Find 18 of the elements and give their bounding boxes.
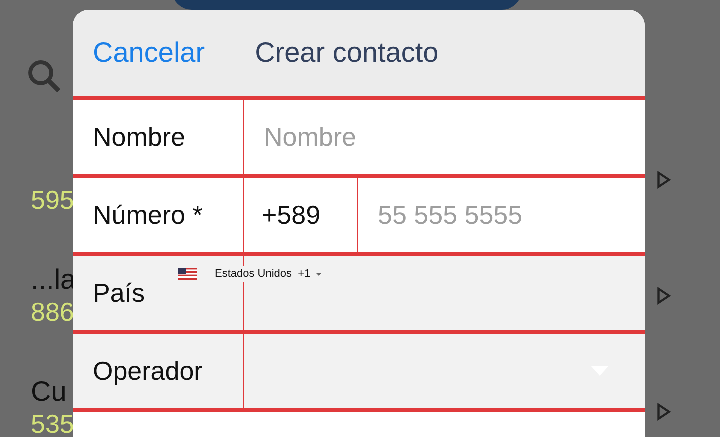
name-field[interactable]: Nombre <box>244 120 645 154</box>
play-icon[interactable] <box>657 170 671 190</box>
country-code: +589 <box>244 178 358 252</box>
contact-name: Cu <box>31 376 68 408</box>
contact-number: 886 <box>31 296 73 328</box>
field-label: Nombre <box>93 122 186 152</box>
phone-field[interactable]: 55 555 5555 <box>358 198 645 232</box>
field-label: País <box>93 278 146 308</box>
field-label: Número * <box>93 200 203 230</box>
play-icon[interactable] <box>657 402 671 422</box>
field-label: Operador <box>93 356 203 386</box>
play-icon[interactable] <box>657 286 671 306</box>
dropdown-caret-icon <box>314 270 323 278</box>
contact-number: 595 <box>31 184 73 216</box>
flag-icon <box>178 268 197 280</box>
search-icon[interactable] <box>26 58 62 94</box>
contact-number: 535 <box>31 408 73 437</box>
dialog-title: Crear contacto <box>255 37 439 69</box>
